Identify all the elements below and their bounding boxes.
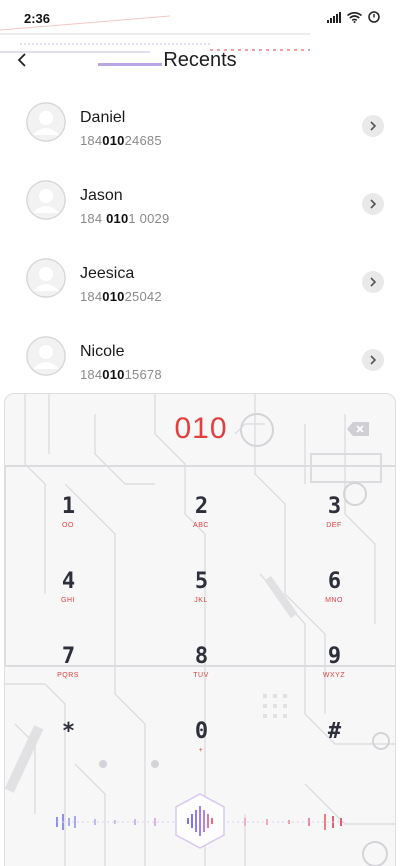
key-8[interactable]: 8 TUV [146, 644, 256, 708]
contact-detail-button[interactable] [362, 349, 384, 371]
key-6[interactable]: 6 MNO [279, 569, 389, 633]
key-letters: TUV [193, 672, 209, 679]
contact-number: 184 0101 0029 [80, 211, 170, 226]
call-button[interactable] [172, 792, 228, 850]
key-digit: 9 [327, 644, 341, 669]
chevron-right-icon [370, 277, 377, 287]
avatar [26, 180, 66, 220]
contact-number: 18401015678 [80, 367, 162, 382]
contact-row[interactable]: Nicole 18401015678 [0, 322, 400, 400]
key-1[interactable]: 1 OO [13, 494, 123, 558]
chevron-right-icon [370, 199, 377, 209]
key-digit: * [61, 719, 75, 744]
key-3[interactable]: 3 DEF [279, 494, 389, 558]
key-letters: OO [62, 522, 74, 529]
key-5[interactable]: 5 JKL [146, 569, 256, 633]
key-digit: 3 [327, 494, 341, 519]
avatar [26, 258, 66, 298]
dial-display: 010 [174, 412, 228, 445]
contact-detail-button[interactable] [362, 271, 384, 293]
chevron-right-icon [370, 355, 377, 365]
contact-detail-button[interactable] [362, 193, 384, 215]
key-digit: 0 [194, 719, 208, 744]
contact-list: Daniel 18401024685 Jason 184 0101 0029 J… [0, 88, 400, 400]
key-digit: 2 [194, 494, 208, 519]
contact-name: Jeesica [80, 265, 135, 282]
contact-number: 18401024685 [80, 133, 162, 148]
status-time: 2:36 [24, 11, 51, 26]
key-4[interactable]: 4 GHI [13, 569, 123, 633]
key-letters: JKL [194, 597, 208, 604]
person-icon [26, 336, 66, 376]
key-9[interactable]: 9 WXYZ [279, 644, 389, 708]
person-icon [26, 102, 66, 142]
backspace-icon[interactable] [347, 422, 369, 436]
key-letters: + [198, 747, 204, 754]
key-0[interactable]: 0 + [146, 719, 256, 783]
header: Recents [0, 42, 400, 82]
key-letters: MNO [325, 597, 343, 604]
key-digit: 1 [61, 494, 75, 519]
contact-name: Jason [80, 187, 123, 204]
person-icon [26, 180, 66, 220]
contact-row[interactable]: Jeesica 18401025042 [0, 244, 400, 322]
contact-row[interactable]: Daniel 18401024685 [0, 88, 400, 166]
key-letters: PQRS [57, 672, 79, 679]
avatar [26, 102, 66, 142]
key-digit: # [327, 719, 341, 744]
contact-detail-button[interactable] [362, 115, 384, 137]
wifi-icon [347, 11, 362, 23]
page-title: Recents [163, 49, 237, 71]
key-2[interactable]: 2 ABC [146, 494, 256, 558]
key-digit: 7 [61, 644, 75, 669]
contact-name: Daniel [80, 109, 126, 126]
key-hash[interactable]: # [279, 719, 389, 783]
key-letters: GHI [61, 597, 75, 604]
person-icon [26, 258, 66, 298]
avatar [26, 336, 66, 376]
key-digit: 8 [194, 644, 208, 669]
key-7[interactable]: 7 PQRS [13, 644, 123, 708]
dialpad-panel: 010 1 OO 2 ABC 3 DEF 4 GHI 5 JKL 6 MNO 7… [4, 393, 396, 866]
signal-icon [327, 11, 341, 23]
alarm-icon [368, 11, 380, 23]
contact-row[interactable]: Jason 184 0101 0029 [0, 166, 400, 244]
key-letters: DEF [326, 522, 342, 529]
status-bar: 2:36 [0, 0, 400, 36]
contact-name: Nicole [80, 343, 125, 360]
key-star[interactable]: * [13, 719, 123, 783]
key-digit: 5 [194, 569, 208, 594]
chevron-right-icon [370, 121, 377, 131]
contact-number: 18401025042 [80, 289, 162, 304]
key-letters: ABC [193, 522, 209, 529]
status-icons [327, 11, 380, 23]
key-digit: 6 [327, 569, 341, 594]
key-letters: WXYZ [322, 672, 346, 679]
key-digit: 4 [61, 569, 75, 594]
